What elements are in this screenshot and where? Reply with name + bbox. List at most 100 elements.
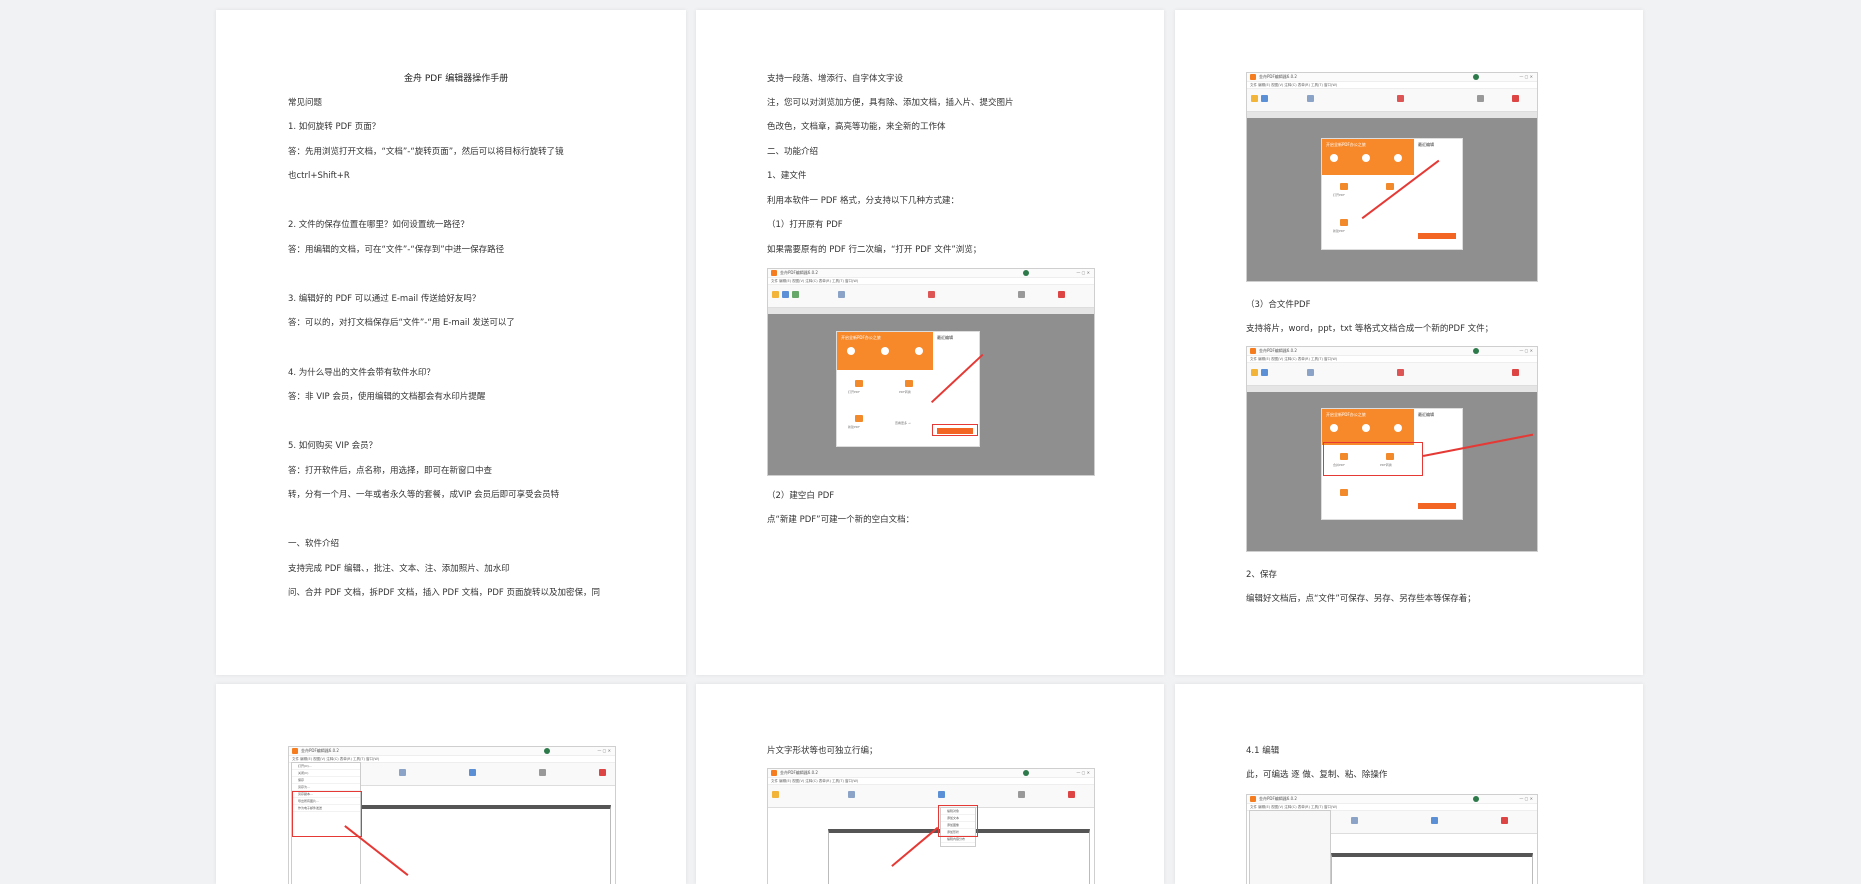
text-line: 3. 编辑好的 PDF 可以通过 E-mail 传送给好友吗？	[288, 294, 481, 304]
text-line: 此，可编选 逐 做、复制、粘、除操作	[1246, 770, 1388, 780]
text-line: 利用本软件一 PDF 格式，分支持以下几种方式建：	[767, 196, 959, 206]
avatar	[1473, 348, 1479, 354]
menu-bar: 文件 编辑(E) 视图(V) 注释(C) 表单(R) 工具(T) 窗口(W)	[1247, 82, 1537, 89]
text-line: 答：可以的，对打文档保存后“文件”-“用 E-mail 发送可以了	[288, 318, 515, 328]
avatar	[1022, 770, 1029, 776]
text-line: 注，您可以对浏览加方便，具有除、添加文档，插入片、提交图片	[767, 98, 1014, 108]
document-canvas: 开启全新PDF办公之旅 最近编辑 打开PDF 新建PDF	[1247, 118, 1537, 281]
welcome-title: 开启全新PDF办公之旅	[1326, 142, 1366, 147]
document-canvas: 开启全新PDF办公之旅 最近编辑 打开PDF PDF转换 新建PDF 查看更多 …	[768, 314, 1094, 475]
app-screenshot-merge: 金舟PDF编辑器6.0.2 — ▢ ✕ 文件 编辑(E) 视图(V) 注释(C) …	[1246, 346, 1538, 552]
app-logo-icon	[1250, 348, 1256, 354]
document-page-1: 金舟 PDF 编辑器操作手册 常见问题 1. 如何旋转 PDF 页面？ 答：先用…	[216, 10, 686, 675]
ribbon-toolbar	[359, 763, 615, 786]
app-screenshot-edit: 金舟PDF编辑器6.0.2— ▢ ✕ 文件 编辑(E) 视图(V) 注释(C) …	[1246, 794, 1538, 884]
avatar	[1473, 796, 1479, 802]
text-line: 常见问题	[288, 98, 323, 108]
window-controls-icon: — ▢ ✕	[597, 748, 611, 753]
text-line: 4.1 编辑	[1246, 746, 1280, 756]
menu-item[interactable]: 编辑内容分布	[941, 836, 975, 843]
document-page-3: 金舟PDF编辑器6.0.2 — ▢ ✕ 文件 编辑(E) 视图(V) 注释(C) …	[1175, 10, 1643, 675]
text-line: （3）合文件PDF	[1246, 300, 1311, 310]
menu-bar: 文件 编辑(E) 视图(V) 注释(C) 表单(R) 工具(T) 窗口(W)	[768, 278, 1094, 285]
blank-page	[359, 805, 611, 884]
avatar	[543, 748, 550, 754]
recent-label: 最近编辑	[1418, 142, 1434, 147]
app-logo-icon	[1250, 796, 1256, 802]
open-pdf-label: 打开PDF	[848, 390, 860, 394]
text-line: 如果需要原有的 PDF 行二次编，“打开 PDF 文件”浏览；	[767, 245, 982, 255]
avatar	[1473, 74, 1479, 80]
window-title: 金舟PDF编辑器6.0.2	[1259, 74, 1297, 79]
text-line: 二、功能介绍	[767, 147, 819, 157]
menu-item[interactable]: 保存	[292, 777, 360, 784]
text-line: 支持一段落、增添行、自字体文字设	[767, 74, 904, 84]
highlight-box	[932, 424, 978, 436]
text-line: 答：用编辑的文档，可在“文件”-“保存到”中进一保存路径	[288, 245, 505, 255]
app-screenshot-open: 金舟PDF编辑器6.0.2 — ▢ ✕ 文件 编辑(E) 视图(V) 注释(C) …	[767, 268, 1095, 476]
blank-page	[1331, 853, 1533, 884]
text-line: 4. 为什么导出的文件会带有软件水印？	[288, 368, 435, 378]
welcome-title: 开启全新PDF办公之旅	[1326, 412, 1366, 417]
document-canvas: 开启全新PDF办公之旅 最近编辑 合并PDF PDF转换	[1247, 392, 1537, 551]
window-title: 金舟PDF编辑器6.0.2	[780, 270, 818, 275]
app-logo-icon	[771, 770, 777, 776]
text-line: 5. 如何购买 VIP 会员？	[288, 441, 378, 451]
edit-menu-popup	[1249, 810, 1331, 884]
window-controls-icon: — ▢ ✕	[1076, 770, 1090, 775]
text-line: 点“新建 PDF”可建一个新的空白文档：	[767, 515, 915, 525]
text-line: （2）建空白 PDF	[767, 491, 835, 501]
page-title: 金舟 PDF 编辑器操作手册	[404, 74, 509, 84]
window-title: 金舟PDF编辑器6.0.2	[1259, 796, 1297, 801]
app-screenshot-file-menu: 金舟PDF编辑器6.0.2— ▢ ✕ 文件 编辑(E) 视图(V) 注释(C) …	[288, 746, 616, 884]
text-line: 编辑好文档后，点“文件”可保存、另存、另存些本等保存着；	[1246, 594, 1476, 604]
text-line: 支持将片，word，ppt，txt 等格式文档合成一个新的PDF 文件；	[1246, 324, 1494, 334]
pdf-convert-label: PDF转换	[899, 390, 911, 394]
text-line: 答：打开软件后，点名称，用选择，即可在新窗口中查	[288, 466, 493, 476]
window-title: 金舟PDF编辑器6.0.2	[1259, 348, 1297, 353]
highlight-box	[1323, 442, 1423, 476]
new-pdf-label: 新建PDF	[1333, 229, 1345, 233]
window-title: 金舟PDF编辑器6.0.2	[301, 748, 339, 753]
app-logo-icon	[1250, 74, 1256, 80]
document-page-5: 片文字形状等也可独立行编； 金舟PDF编辑器6.0.2 — ▢ ✕ 文件 编辑(E…	[696, 684, 1164, 884]
new-pdf-label: 新建PDF	[848, 425, 860, 429]
text-line: 转，分有一个月、一年或者永久等的套餐，成VIP 会员后即可享受会员特	[288, 490, 560, 500]
app-screenshot-new: 金舟PDF编辑器6.0.2 — ▢ ✕ 文件 编辑(E) 视图(V) 注释(C) …	[1246, 72, 1538, 282]
ribbon-toolbar	[1247, 363, 1537, 386]
text-line: 1. 如何旋转 PDF 页面？	[288, 122, 381, 132]
document-page-4: 金舟PDF编辑器6.0.2— ▢ ✕ 文件 编辑(E) 视图(V) 注释(C) …	[216, 684, 686, 884]
menu-item[interactable]: 另存为...	[292, 784, 360, 791]
recent-label: 最近编辑	[937, 335, 953, 340]
text-line: 一、软件介绍	[288, 539, 340, 549]
text-line: （1）打开原有 PDF	[767, 220, 843, 230]
window-title: 金舟PDF编辑器6.0.2	[780, 770, 818, 775]
window-controls-icon: — ▢ ✕	[1519, 74, 1533, 79]
ribbon-toolbar	[768, 285, 1094, 308]
menu-item[interactable]: 关闭(C)	[292, 770, 360, 777]
text-line: 片文字形状等也可独立行编；	[767, 746, 878, 756]
open-pdf-label: 打开PDF	[1333, 193, 1345, 197]
avatar	[1022, 270, 1029, 276]
highlight-box	[938, 805, 978, 837]
text-line: 2. 文件的保存位置在哪里？如何设置统一路径？	[288, 220, 469, 230]
text-line: 也ctrl+Shift+R	[288, 171, 350, 181]
text-line: 问、合并 PDF 文档，拆PDF 文档，插入 PDF 文档，PDF 页面旋转以及…	[288, 588, 600, 598]
welcome-title: 开启全新PDF办公之旅	[841, 335, 881, 340]
menu-bar: 文件 编辑(E) 视图(V) 注释(C) 表单(R) 工具(T) 窗口(W)	[1247, 356, 1537, 363]
menu-item[interactable]: 打开(O)...	[292, 763, 360, 770]
ribbon-toolbar	[1331, 811, 1537, 834]
text-line: 答：非 VIP 会员，使用编辑的文档都会有水印片提醒	[288, 392, 486, 402]
text-line: 1、建文件	[767, 171, 807, 181]
text-line: 支持完成 PDF 编辑、，批注、文本、注、添加照片、加水印	[288, 564, 510, 574]
app-screenshot-edit-menu: 金舟PDF编辑器6.0.2 — ▢ ✕ 文件 编辑(E) 视图(V) 注释(C) …	[767, 768, 1095, 884]
ribbon-toolbar	[1247, 89, 1537, 112]
window-controls-icon: — ▢ ✕	[1519, 796, 1533, 801]
menu-bar: 文件 编辑(E) 视图(V) 注释(C) 表单(R) 工具(T) 窗口(W)	[768, 778, 1094, 785]
text-line: 答：先用浏览打开文档，“文档”-“旋转页面”，然后可以将目标行旋转了镜	[288, 147, 564, 157]
document-page-2: 支持一段落、增添行、自字体文字设 注，您可以对浏览加方便，具有除、添加文档，插入…	[696, 10, 1164, 675]
app-logo-icon	[292, 748, 298, 754]
ribbon-toolbar	[768, 785, 1094, 808]
document-page-6: 4.1 编辑 此，可编选 逐 做、复制、粘、除操作 金舟PDF编辑器6.0.2 —…	[1175, 684, 1643, 884]
recent-label: 最近编辑	[1418, 412, 1434, 417]
